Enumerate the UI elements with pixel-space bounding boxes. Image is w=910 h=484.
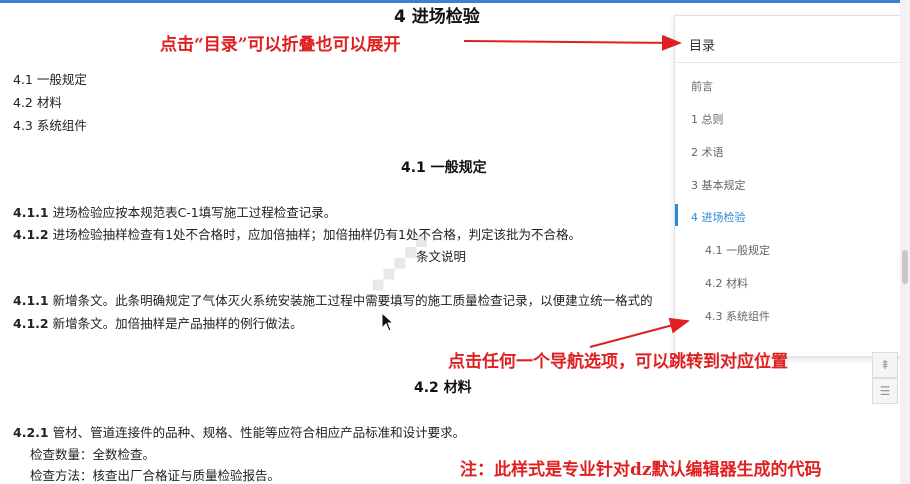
arrow-to-toc-title [463, 34, 682, 51]
annotation-arrows [463, 34, 690, 348]
mouse-cursor-icon [381, 312, 395, 332]
arrow-to-toc-items [589, 317, 690, 348]
